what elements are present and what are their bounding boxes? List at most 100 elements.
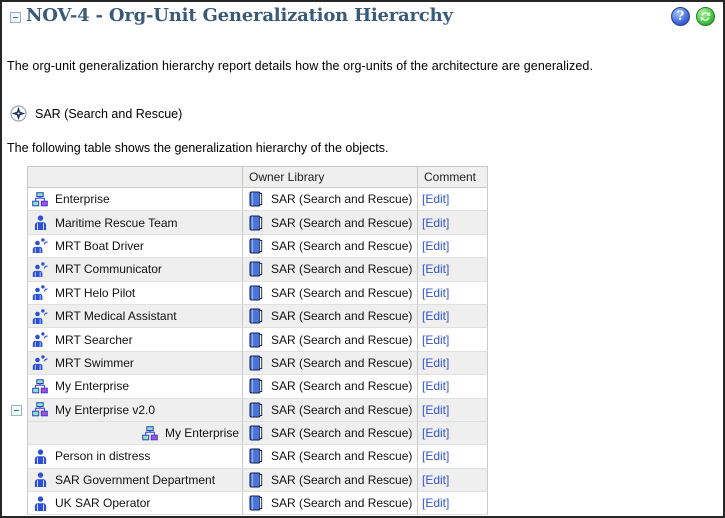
row-gutter: [10, 188, 27, 211]
table-row: MRT Swimmer SAR (Search and Rescue) [Edi…: [10, 352, 488, 375]
compass-icon: [10, 105, 27, 122]
library-book-icon: [247, 472, 265, 488]
table-row: My Enterprise SAR (Search and Rescue) [E…: [10, 422, 488, 445]
role-icon: [31, 285, 49, 300]
org-unit-name: MRT Communicator: [55, 262, 162, 276]
header-name-column: [27, 166, 243, 188]
org-chart-icon: [31, 379, 49, 394]
org-unit-name: My Enterprise v2.0: [55, 403, 155, 417]
scope-item: SAR (Search and Rescue): [10, 105, 182, 122]
org-unit-name: My Enterprise: [165, 426, 239, 440]
edit-link[interactable]: [Edit]: [422, 473, 449, 487]
org-unit-cell: MRT Swimmer: [27, 352, 243, 375]
comment-cell: [Edit]: [418, 282, 488, 305]
row-gutter: [10, 328, 27, 351]
org-unit-cell: Maritime Rescue Team: [27, 211, 243, 234]
edit-link[interactable]: [Edit]: [422, 216, 449, 230]
org-unit-cell: My Enterprise: [27, 375, 243, 398]
row-gutter: [10, 492, 27, 515]
table-row: MRT Medical Assistant SAR (Search and Re…: [10, 305, 488, 328]
role-icon: [31, 262, 49, 277]
row-gutter: [10, 166, 27, 188]
table-row: SAR Government Department SAR (Search an…: [10, 469, 488, 492]
comment-cell: [Edit]: [418, 235, 488, 258]
owner-library-cell: SAR (Search and Rescue): [243, 469, 418, 492]
help-button[interactable]: ?: [671, 7, 690, 26]
header-comment: Comment: [418, 166, 488, 188]
edit-link[interactable]: [Edit]: [422, 403, 449, 417]
org-unit-cell: MRT Searcher: [27, 328, 243, 351]
collapse-row-icon[interactable]: [11, 405, 22, 416]
org-unit-name: MRT Medical Assistant: [55, 309, 177, 323]
edit-link[interactable]: [Edit]: [422, 379, 449, 393]
owner-library-cell: SAR (Search and Rescue): [243, 445, 418, 468]
owner-library-cell: SAR (Search and Rescue): [243, 235, 418, 258]
edit-link[interactable]: [Edit]: [422, 426, 449, 440]
table-row: MRT Communicator SAR (Search and Rescue)…: [10, 258, 488, 281]
owner-library-name: SAR (Search and Rescue): [271, 449, 412, 463]
owner-library-name: SAR (Search and Rescue): [271, 192, 412, 206]
org-unit-name: Person in distress: [55, 449, 150, 463]
comment-cell: [Edit]: [418, 258, 488, 281]
report-page: NOV-4 - Org-Unit Generalization Hierarch…: [0, 0, 725, 518]
org-unit-cell: MRT Boat Driver: [27, 235, 243, 258]
comment-cell: [Edit]: [418, 492, 488, 515]
comment-cell: [Edit]: [418, 328, 488, 351]
owner-library-name: SAR (Search and Rescue): [271, 309, 412, 323]
row-gutter: [10, 305, 27, 328]
person-icon: [31, 472, 49, 487]
comment-cell: [Edit]: [418, 188, 488, 211]
comment-cell: [Edit]: [418, 469, 488, 492]
edit-link[interactable]: [Edit]: [422, 449, 449, 463]
page-title: NOV-4 - Org-Unit Generalization Hierarch…: [26, 5, 453, 26]
refresh-arrows-icon: [697, 8, 714, 25]
library-book-icon: [247, 425, 265, 441]
owner-library-name: SAR (Search and Rescue): [271, 286, 412, 300]
library-book-icon: [247, 285, 265, 301]
edit-link[interactable]: [Edit]: [422, 262, 449, 276]
owner-library-name: SAR (Search and Rescue): [271, 403, 412, 417]
row-gutter: [10, 235, 27, 258]
edit-link[interactable]: [Edit]: [422, 309, 449, 323]
collapse-section-icon[interactable]: [10, 12, 21, 23]
person-icon: [31, 215, 49, 230]
row-gutter: [10, 211, 27, 234]
edit-link[interactable]: [Edit]: [422, 496, 449, 510]
table-row: MRT Boat Driver SAR (Search and Rescue) …: [10, 235, 488, 258]
refresh-button[interactable]: [696, 7, 715, 26]
edit-link[interactable]: [Edit]: [422, 192, 449, 206]
org-unit-name: Enterprise: [55, 192, 110, 206]
library-book-icon: [247, 261, 265, 277]
org-unit-name: MRT Boat Driver: [55, 239, 144, 253]
edit-link[interactable]: [Edit]: [422, 333, 449, 347]
org-unit-name: Maritime Rescue Team: [55, 216, 177, 230]
org-chart-icon: [31, 192, 49, 207]
owner-library-cell: SAR (Search and Rescue): [243, 352, 418, 375]
owner-library-cell: SAR (Search and Rescue): [243, 282, 418, 305]
library-book-icon: [247, 238, 265, 254]
org-unit-name: MRT Searcher: [55, 333, 133, 347]
org-unit-name: My Enterprise: [55, 379, 129, 393]
row-gutter: [10, 258, 27, 281]
library-book-icon: [247, 402, 265, 418]
table-row: My Enterprise v2.0 SAR (Search and Rescu…: [10, 399, 488, 422]
generalization-table: Owner Library Comment Enterprise SAR (Se…: [10, 166, 488, 515]
person-icon: [31, 449, 49, 464]
table-row: MRT Searcher SAR (Search and Rescue) [Ed…: [10, 328, 488, 351]
library-book-icon: [247, 191, 265, 207]
org-unit-cell: Enterprise: [27, 188, 243, 211]
edit-link[interactable]: [Edit]: [422, 356, 449, 370]
owner-library-name: SAR (Search and Rescue): [271, 426, 412, 440]
edit-link[interactable]: [Edit]: [422, 286, 449, 300]
comment-cell: [Edit]: [418, 445, 488, 468]
org-unit-cell: My Enterprise v2.0: [27, 399, 243, 422]
owner-library-cell: SAR (Search and Rescue): [243, 328, 418, 351]
row-gutter: [10, 469, 27, 492]
org-unit-cell: UK SAR Operator: [27, 492, 243, 515]
role-icon: [31, 332, 49, 347]
owner-library-name: SAR (Search and Rescue): [271, 379, 412, 393]
table-header-row: Owner Library Comment: [10, 166, 488, 188]
report-description: The org-unit generalization hierarchy re…: [7, 59, 723, 73]
edit-link[interactable]: [Edit]: [422, 239, 449, 253]
table-row: Maritime Rescue Team SAR (Search and Res…: [10, 211, 488, 234]
